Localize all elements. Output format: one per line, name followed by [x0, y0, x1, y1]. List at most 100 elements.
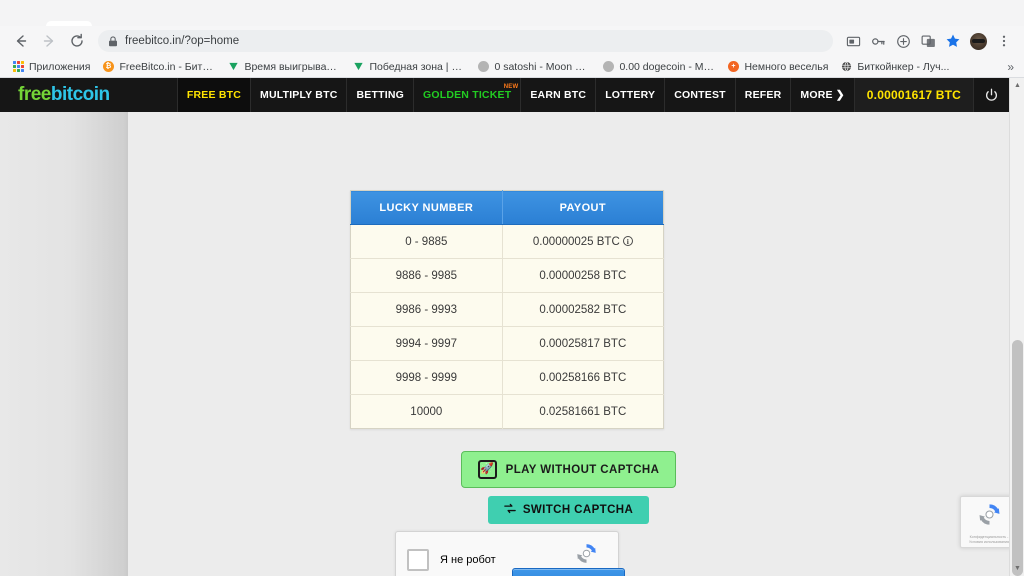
circle-plus-icon[interactable] [891, 29, 915, 53]
table-row: 9986 - 9993 0.00002582 BTC [350, 292, 664, 327]
recaptcha-logo-icon [574, 541, 599, 571]
nav-item-golden-ticket[interactable]: GOLDEN TICKET NEW [412, 78, 520, 112]
back-arrow-icon[interactable] [8, 28, 34, 54]
table-row: 10000 0.02581661 BTC [350, 394, 664, 429]
nav-item-contest[interactable]: CONTEST [664, 78, 735, 112]
table-row: 9994 - 9997 0.00025817 BTC [350, 326, 664, 361]
payout-value: 0.00000025 BTC [532, 235, 620, 248]
page-content: LUCKY NUMBER PAYOUT 0 - 9885 0.00000025 … [128, 112, 1009, 576]
tab-strip [0, 0, 1024, 26]
nav-item-refer[interactable]: REFER [734, 78, 791, 112]
cell-payout: 0.00025817 BTC [502, 326, 664, 361]
bookmark-label: 0.00 dogecoin - Mo... [619, 60, 716, 73]
nav-item-label: GOLDEN TICKET [422, 89, 512, 101]
reload-icon[interactable] [64, 28, 90, 54]
switch-captcha-button[interactable]: SWITCH CAPTCHA [487, 496, 650, 524]
new-badge: NEW [503, 84, 519, 90]
account-balance[interactable]: 0.00001617 BTC [853, 78, 973, 112]
play-button-row: 🚀 PLAY WITHOUT CAPTCHA [128, 451, 1009, 488]
nav-item-more[interactable]: MORE ❯ [790, 78, 853, 112]
column-header-payout: PAYOUT [502, 190, 664, 225]
play-button-label: PLAY WITHOUT CAPTCHA [505, 463, 660, 476]
logo-text-bitcoin: bitcoin [50, 84, 110, 105]
scroll-down-button[interactable]: ▼ [1010, 561, 1024, 576]
page-scrollbar[interactable]: ▲ ▼ [1009, 78, 1024, 576]
cell-lucky-number: 9998 - 9999 [350, 360, 503, 395]
payout-table: LUCKY NUMBER PAYOUT 0 - 9885 0.00000025 … [350, 190, 664, 429]
roll-button[interactable]: ROLL! [511, 568, 626, 576]
green-v-icon [227, 61, 239, 73]
bookmark-label: Победная зона | С... [369, 60, 466, 73]
address-bar[interactable]: freebitco.in/?op=home [98, 30, 833, 52]
nav-item-betting[interactable]: BETTING [346, 78, 412, 112]
translate-icon[interactable] [916, 29, 940, 53]
switch-button-row: SWITCH CAPTCHA [128, 496, 1009, 524]
payout-table-body: 0 - 9885 0.00000025 BTC i 9886 - 9985 0.0… [350, 224, 664, 429]
cell-lucky-number: 9986 - 9993 [350, 292, 503, 327]
bookmark-moon-satoshi[interactable]: 0 satoshi - Moon Bi... [471, 57, 596, 77]
cell-lucky-number: 10000 [350, 394, 503, 429]
key-icon[interactable] [866, 29, 890, 53]
table-row: 9998 - 9999 0.00258166 BTC [350, 360, 664, 395]
kebab-menu-icon[interactable] [992, 29, 1016, 53]
nav-item-free-btc[interactable]: FREE BTC [176, 78, 251, 112]
table-row: 0 - 9885 0.00000025 BTC i [350, 224, 664, 259]
globe-icon [840, 61, 852, 73]
nav-item-multiply-btc[interactable]: MULTIPLY BTC [250, 78, 346, 112]
bookmark-freebitco[interactable]: ₿ FreeBitco.in - Битко... [96, 57, 221, 77]
page-left-gutter [0, 112, 128, 576]
avatar[interactable] [970, 32, 987, 50]
cast-icon[interactable] [841, 29, 865, 53]
recaptcha-label: Я не робот [440, 554, 496, 566]
bookmark-label: Биткойнкер - Луч... [857, 60, 950, 73]
nav-item-earn-btc[interactable]: EARN BTC [520, 78, 595, 112]
moon-favicon [477, 61, 489, 73]
bookmarks-overflow-button[interactable]: » [1007, 60, 1018, 74]
table-row: 9886 - 9985 0.00000258 BTC [350, 258, 664, 293]
lock-icon [108, 35, 118, 47]
bookmark-nemnogo-veselya[interactable]: + Немного веселья [721, 57, 834, 77]
cell-lucky-number: 0 - 9885 [350, 224, 503, 259]
bookmark-apps[interactable]: Приложения [6, 57, 96, 77]
scrollbar-thumb[interactable] [1012, 340, 1023, 576]
bookmark-vremya[interactable]: Время выигрывать... [221, 57, 346, 77]
recaptcha-logo-icon [976, 501, 1003, 533]
browser-chrome: freebitco.in/?op=home Приложения ₿ FreeB… [0, 0, 1024, 78]
site-logo[interactable]: free bitcoin [0, 78, 110, 112]
page-viewport: free bitcoin FREE BTC MULTIPLY BTC BETTIN… [0, 78, 1024, 576]
active-tab[interactable] [46, 21, 92, 26]
bookmark-pobednaya[interactable]: Победная зона | С... [346, 57, 471, 77]
payout-table-head: LUCKY NUMBER PAYOUT [350, 190, 664, 225]
refresh-icon [504, 503, 516, 517]
table-header-row: LUCKY NUMBER PAYOUT [350, 190, 664, 225]
address-bar-url: freebitco.in/?op=home [125, 35, 240, 47]
cell-payout: 0.02581661 BTC [502, 394, 664, 429]
apps-grid-icon [12, 61, 24, 73]
orange-plus-icon: + [727, 61, 739, 73]
bookmark-label: 0 satoshi - Moon Bi... [494, 60, 591, 73]
site-navigation-bar: free bitcoin FREE BTC MULTIPLY BTC BETTIN… [0, 78, 1009, 112]
moon-favicon [602, 61, 614, 73]
bookmark-star-icon[interactable] [941, 29, 965, 53]
forward-arrow-icon[interactable] [36, 28, 62, 54]
bookmark-label: FreeBitco.in - Битко... [119, 60, 216, 73]
toolbar-actions [841, 29, 1016, 53]
bitcoin-favicon: ₿ [102, 61, 114, 73]
play-without-captcha-button[interactable]: 🚀 PLAY WITHOUT CAPTCHA [460, 451, 677, 488]
cell-lucky-number: 9994 - 9997 [350, 326, 503, 361]
nav-item-lottery[interactable]: LOTTERY [595, 78, 664, 112]
power-icon[interactable] [973, 78, 1009, 112]
bookmarks-bar: Приложения ₿ FreeBitco.in - Битко... Вре… [0, 56, 1024, 78]
info-icon[interactable]: i [622, 236, 633, 246]
roll-button-row: ROLL! [128, 568, 1009, 576]
logo-text-free: free [18, 84, 51, 105]
scroll-up-button[interactable]: ▲ [1010, 78, 1024, 93]
cell-payout: 0.00258166 BTC [502, 360, 664, 395]
cell-payout: 0.00000025 BTC i [502, 224, 664, 259]
green-v-icon [352, 61, 364, 73]
bookmark-bitkoinker[interactable]: Биткойнкер - Луч... [834, 57, 955, 77]
bookmark-label: Приложения [29, 60, 91, 73]
rocket-icon: 🚀 [477, 460, 497, 479]
column-header-lucky-number: LUCKY NUMBER [350, 190, 503, 225]
bookmark-moon-dogecoin[interactable]: 0.00 dogecoin - Mo... [596, 57, 721, 77]
